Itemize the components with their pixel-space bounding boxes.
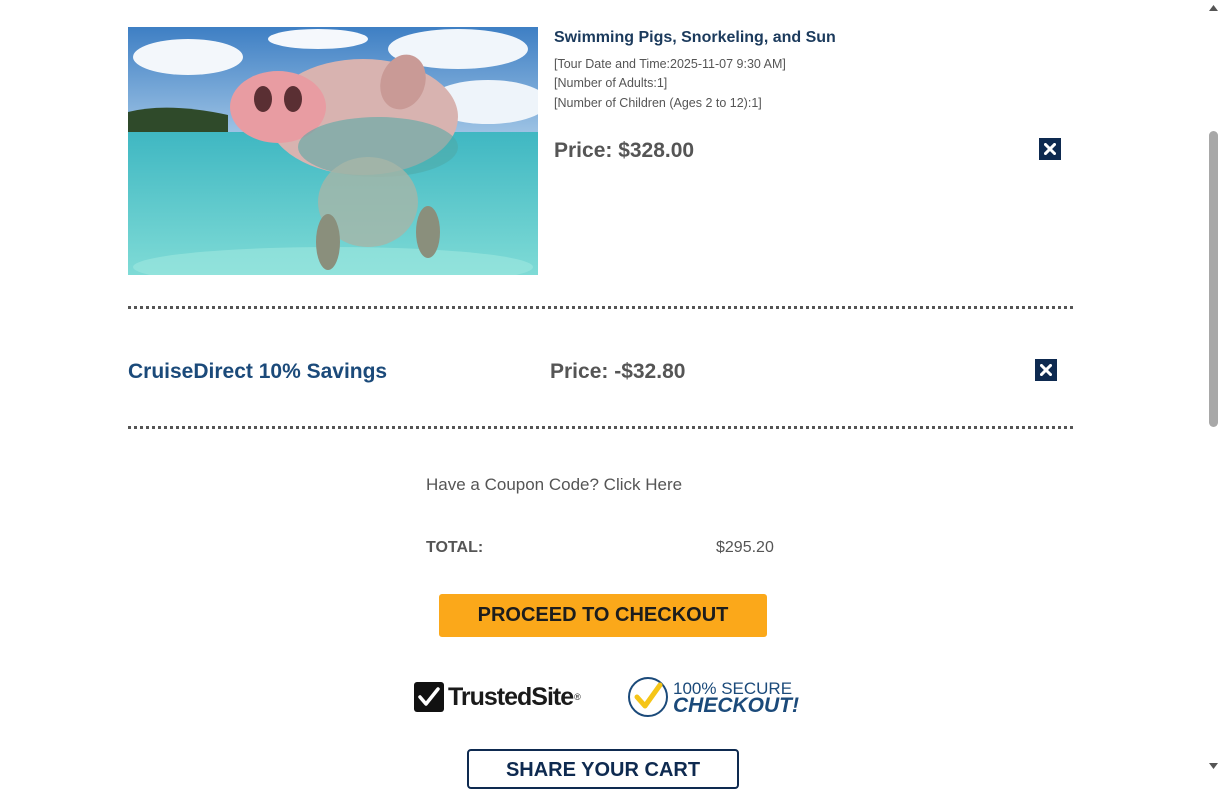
cart-page: Swimming Pigs, Snorkeling, and Sun [Tour…: [0, 0, 1206, 789]
close-icon: [1040, 364, 1052, 376]
remove-tour-button[interactable]: [1039, 138, 1061, 160]
vertical-scrollbar[interactable]: [1206, 0, 1221, 773]
secure-line-2: CHECKOUT!: [673, 694, 799, 717]
tour-price: Price: $328.00: [554, 139, 695, 162]
close-icon: [1044, 143, 1056, 155]
item-divider: [128, 426, 1073, 429]
scroll-down-arrow-icon[interactable]: [1206, 758, 1221, 773]
scroll-up-arrow-icon[interactable]: [1206, 0, 1221, 15]
proceed-to-checkout-button[interactable]: PROCEED TO CHECKOUT: [439, 594, 767, 637]
total-value: $295.20: [716, 539, 774, 556]
tour-date-time: [Tour Date and Time:2025-11-07 9:30 AM]: [554, 57, 786, 71]
checkbox-check-icon: [414, 682, 444, 712]
tour-adults-count: [Number of Adults:1]: [554, 76, 668, 90]
discount-name: CruiseDirect 10% Savings: [128, 360, 388, 383]
total-label: TOTAL:: [426, 539, 484, 556]
tour-photo-swimming-pig: [128, 27, 538, 275]
remove-discount-button[interactable]: [1035, 359, 1057, 381]
tour-title: Swimming Pigs, Snorkeling, and Sun: [554, 29, 836, 46]
tour-children-count: [Number of Children (Ages 2 to 12):1]: [554, 96, 762, 110]
scrollbar-thumb[interactable]: [1209, 131, 1218, 427]
coupon-code-link[interactable]: Have a Coupon Code? Click Here: [426, 475, 682, 495]
secure-check-icon: [628, 677, 668, 717]
item-divider: [128, 306, 1073, 309]
registered-mark: ®: [574, 692, 581, 702]
trustedsite-badge[interactable]: TrustedSite ®: [414, 682, 581, 712]
share-your-cart-button[interactable]: SHARE YOUR CART: [467, 749, 739, 789]
trustedsite-label: TrustedSite: [448, 682, 574, 711]
discount-price: Price: -$32.80: [550, 360, 686, 383]
secure-checkout-badge: 100% SECURE CHECKOUT!: [627, 676, 799, 718]
